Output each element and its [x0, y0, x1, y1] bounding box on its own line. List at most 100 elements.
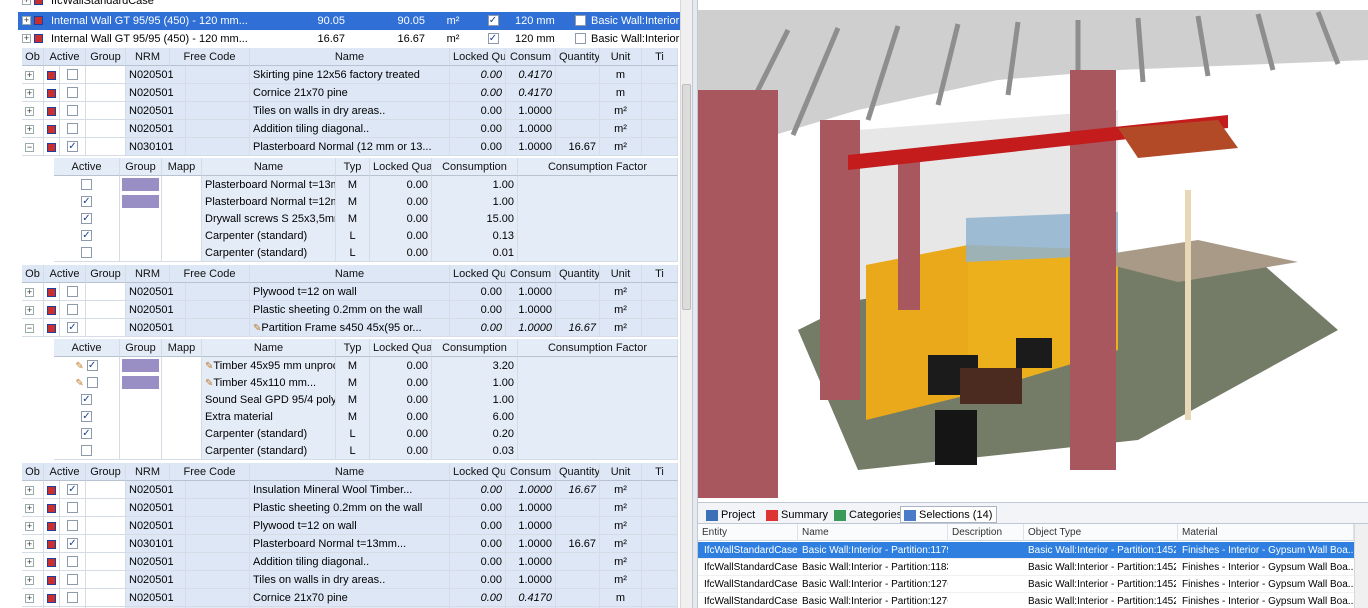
active-checkbox[interactable]: ✓ [67, 537, 78, 549]
component-active-checkbox[interactable]: ✓ [86, 359, 98, 371]
expand-toggle-icon[interactable]: + [25, 88, 34, 98]
wall-row[interactable]: + IfcWallStandardCase [18, 0, 680, 10]
material-column-header[interactable]: Locked Qu [450, 463, 506, 481]
wall-select-checkbox[interactable] [575, 14, 586, 26]
material-column-header[interactable]: Active [44, 265, 86, 283]
component-active-checkbox[interactable]: ✓ [81, 195, 92, 207]
selection-row[interactable]: IfcWallStandardCase Basic Wall:Interior -… [698, 593, 1354, 608]
col-material[interactable]: Material [1178, 524, 1354, 541]
selections-scrollbar[interactable] [1354, 524, 1368, 608]
component-column-header[interactable]: Active [54, 339, 120, 357]
active-checkbox[interactable] [67, 285, 78, 297]
expand-toggle-icon[interactable]: + [25, 593, 34, 603]
material-row[interactable]: + ✓ N030101 Plasterboard Normal t=13mm... 0.… [22, 535, 678, 553]
material-column-header[interactable]: Quantity [556, 463, 600, 481]
active-checkbox[interactable] [67, 86, 78, 98]
material-column-header[interactable]: Free Code [170, 48, 250, 66]
material-column-header[interactable]: Name [250, 265, 450, 283]
wall-select-checkbox[interactable] [575, 32, 586, 44]
active-checkbox[interactable] [67, 591, 78, 603]
material-column-header[interactable]: Quantity [556, 48, 600, 66]
component-active-checkbox[interactable] [81, 178, 92, 190]
material-column-header[interactable]: Unit [600, 48, 642, 66]
tab-project[interactable]: Project [702, 506, 760, 523]
component-column-header[interactable]: Typ [336, 158, 370, 176]
col-description[interactable]: Description [948, 524, 1024, 541]
material-row[interactable]: + N020501 Cornice 21x70 pine 0.00 0.4170 m [22, 589, 678, 607]
material-column-header[interactable]: NRM [126, 48, 170, 66]
col-object-type[interactable]: Object Type [1024, 524, 1178, 541]
active-checkbox[interactable] [67, 122, 78, 134]
material-column-header[interactable]: Consum [506, 463, 556, 481]
component-active-checkbox[interactable] [86, 376, 98, 388]
component-column-header[interactable]: Consumption Factor [518, 339, 678, 357]
expand-toggle-icon[interactable]: + [25, 557, 34, 567]
material-column-header[interactable]: Free Code [170, 463, 250, 481]
component-column-header[interactable]: Mapp [162, 158, 202, 176]
component-row[interactable]: ✓ Extra material M 0.00 6.00 [54, 408, 678, 426]
selection-row[interactable]: IfcWallStandardCase Basic Wall:Interior -… [698, 559, 1354, 576]
wall-active-checkbox[interactable]: ✓ [487, 14, 499, 26]
active-checkbox[interactable] [67, 573, 78, 585]
component-row[interactable]: ✓ Drywall screws S 25x3,5mm.. M 0.00 15.00 [54, 210, 678, 228]
component-row[interactable]: ✓ Plasterboard Normal t=12mm...M0.001.00 [54, 193, 678, 211]
component-column-header[interactable]: Mapp [162, 339, 202, 357]
material-column-header[interactable]: Free Code [170, 265, 250, 283]
material-column-header[interactable]: NRM [126, 265, 170, 283]
expand-toggle-icon[interactable]: + [22, 34, 31, 43]
expand-toggle-icon[interactable]: + [22, 0, 31, 5]
material-row[interactable]: + N020501 Addition tiling diagonal.. 0.00 1.… [22, 553, 678, 571]
material-row[interactable]: + N020501 Tiles on walls in dry areas.. 0.0… [22, 571, 678, 589]
material-row[interactable]: + N020501 Skirting pine 12x56 factory trea… [22, 66, 678, 84]
material-column-header[interactable]: Unit [600, 265, 642, 283]
component-column-header[interactable]: Consumption [432, 158, 518, 176]
material-column-header[interactable]: Locked Qu [450, 48, 506, 66]
active-checkbox[interactable]: ✓ [67, 483, 78, 495]
component-column-header[interactable]: Locked Quan [370, 339, 432, 357]
component-row[interactable]: ✎ ✎Timber 45x110 mm... M 0.00 1.00 [54, 374, 678, 392]
active-checkbox[interactable]: ✓ [67, 140, 78, 152]
expand-toggle-icon[interactable]: + [25, 575, 34, 585]
material-column-header[interactable]: Ob [22, 48, 44, 66]
col-name[interactable]: Name [798, 524, 948, 541]
component-column-header[interactable]: Group [120, 158, 162, 176]
tab-selections[interactable]: Selections (14) [900, 506, 998, 523]
material-column-header[interactable]: Group [86, 463, 126, 481]
active-checkbox[interactable]: ✓ [67, 321, 78, 333]
expand-toggle-icon[interactable]: + [25, 124, 34, 134]
component-active-checkbox[interactable] [81, 246, 92, 258]
expand-toggle-icon[interactable]: + [25, 305, 34, 315]
material-row[interactable]: − ✓ N020501 ✎Partition Frame s450 45x(95 or… [22, 319, 678, 337]
material-column-header[interactable]: Ti [642, 265, 678, 283]
component-row[interactable]: ✓ Carpenter (standard) L 0.00 0.20 [54, 425, 678, 443]
component-column-header[interactable]: Consumption [432, 339, 518, 357]
material-column-header[interactable]: Quantity [556, 265, 600, 283]
expand-toggle-icon[interactable]: + [25, 521, 34, 531]
active-checkbox[interactable] [67, 303, 78, 315]
component-row[interactable]: Carpenter (standard) L 0.00 0.01 [54, 244, 678, 262]
expand-toggle-icon[interactable]: + [25, 70, 34, 80]
collapse-toggle-icon[interactable]: − [25, 323, 34, 333]
3d-model-viewport[interactable] [698, 0, 1368, 498]
material-column-header[interactable]: Active [44, 463, 86, 481]
component-row[interactable]: ✓ Carpenter (standard) L 0.00 0.13 [54, 227, 678, 245]
material-column-header[interactable]: Group [86, 48, 126, 66]
material-column-header[interactable]: Name [250, 463, 450, 481]
component-column-header[interactable]: Name [202, 158, 336, 176]
expand-toggle-icon[interactable]: + [22, 16, 31, 25]
expand-toggle-icon[interactable]: + [25, 503, 34, 513]
material-column-header[interactable]: Group [86, 265, 126, 283]
component-active-checkbox[interactable]: ✓ [81, 410, 92, 422]
component-active-checkbox[interactable]: ✓ [81, 229, 92, 241]
component-active-checkbox[interactable] [81, 444, 92, 456]
material-row[interactable]: + N020501 Plastic sheeting 0.2mm on the wa… [22, 499, 678, 517]
expand-toggle-icon[interactable]: + [25, 539, 34, 549]
tab-categories[interactable]: Categories [830, 506, 907, 523]
material-row[interactable]: + N020501 Plastic sheeting 0.2mm on the wa… [22, 301, 678, 319]
wall-row[interactable]: + Internal Wall GT 95/95 (450) - 120 mm..… [18, 30, 686, 48]
material-column-header[interactable]: Ti [642, 463, 678, 481]
material-row[interactable]: − ✓ N030101 Plasterboard Normal (12 mm or 1… [22, 138, 678, 156]
expand-toggle-icon[interactable]: + [25, 106, 34, 116]
col-entity[interactable]: Entity [698, 524, 798, 541]
material-row[interactable]: + N020501 Tiles on walls in dry areas.. 0.0… [22, 102, 678, 120]
